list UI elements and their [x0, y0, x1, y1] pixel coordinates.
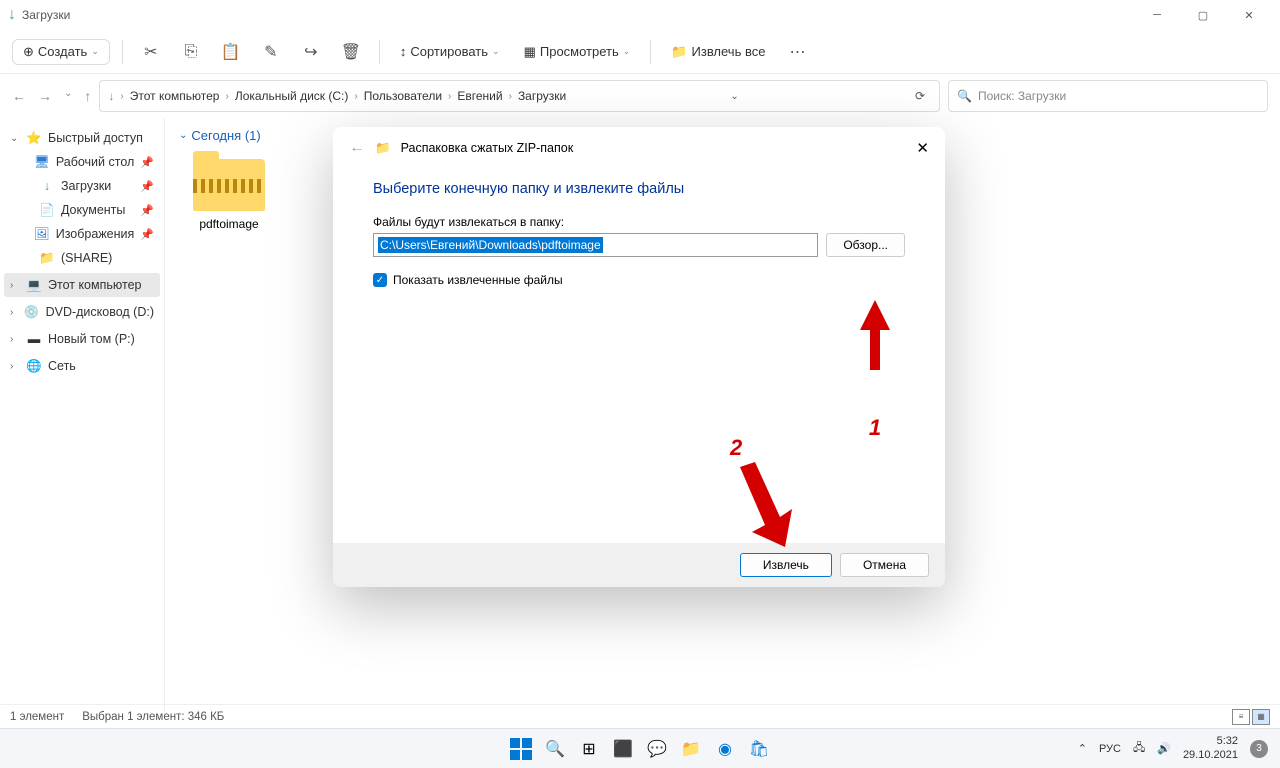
- toolbar: ⊕ Создать ⌄ ✂ ⎘ 📋 ✎ ↪ 🗑 ↕ Сортировать ⌄ …: [0, 30, 1280, 74]
- paste-icon[interactable]: 📋: [215, 36, 247, 68]
- edge-icon[interactable]: ◉: [711, 735, 739, 763]
- explorer-icon[interactable]: 📁: [677, 735, 705, 763]
- widgets-icon[interactable]: ⬛: [609, 735, 637, 763]
- sidebar: ⌄⭐Быстрый доступ 🖥Рабочий стол📌 ↓Загрузк…: [0, 118, 165, 716]
- breadcrumb[interactable]: ↓ › Этот компьютер› Локальный диск (C:)›…: [99, 80, 940, 112]
- window-title: Загрузки: [22, 8, 70, 22]
- minimize-button[interactable]: ─: [1134, 0, 1180, 30]
- cancel-button[interactable]: Отмена: [840, 553, 929, 577]
- selection-status: Выбран 1 элемент: 346 КБ: [82, 711, 224, 723]
- close-button[interactable]: ✕: [1226, 0, 1272, 30]
- more-icon[interactable]: ⋯: [781, 36, 813, 68]
- sidebar-network[interactable]: ›🌐Сеть: [0, 354, 164, 378]
- maximize-button[interactable]: ▢: [1180, 0, 1226, 30]
- zip-icon: 📁: [375, 141, 391, 156]
- extract-all-button[interactable]: 📁 Извлечь все: [663, 38, 773, 66]
- language-indicator[interactable]: РУС: [1099, 743, 1121, 755]
- back-button[interactable]: ←: [12, 88, 26, 104]
- sidebar-pictures[interactable]: 🖼Изображения📌: [0, 222, 164, 246]
- share-icon[interactable]: ↪: [295, 36, 327, 68]
- sidebar-quick-access[interactable]: ⌄⭐Быстрый доступ: [0, 126, 164, 150]
- task-view-icon[interactable]: ⊞: [575, 735, 603, 763]
- destination-input[interactable]: C:\Users\Евгений\Downloads\pdftoimage: [373, 233, 818, 257]
- new-button[interactable]: ⊕ Создать ⌄: [12, 39, 110, 65]
- breadcrumb-dropdown[interactable]: ⌄: [724, 91, 744, 102]
- volume-icon[interactable]: 🔊: [1157, 742, 1171, 755]
- downloads-icon: ↓: [108, 89, 114, 103]
- view-button[interactable]: ▦ Просмотреть ⌄: [516, 38, 639, 66]
- taskbar-search-icon[interactable]: 🔍: [541, 735, 569, 763]
- delete-icon[interactable]: 🗑: [335, 36, 367, 68]
- details-view-button[interactable]: ≡: [1232, 709, 1250, 725]
- rename-icon[interactable]: ✎: [255, 36, 287, 68]
- sidebar-share[interactable]: 📁(SHARE): [0, 246, 164, 270]
- window-controls: ─ ▢ ✕: [1134, 0, 1272, 30]
- dialog-title: Распаковка сжатых ZIP-папок: [401, 141, 574, 155]
- taskbar: 🔍 ⊞ ⬛ 💬 📁 ◉ 🛍 ⌃ РУС 🖧 🔊 5:32 29.10.2021 …: [0, 728, 1280, 768]
- forward-button[interactable]: →: [38, 88, 52, 104]
- store-icon[interactable]: 🛍: [745, 735, 773, 763]
- zip-folder-icon: [193, 151, 265, 211]
- sidebar-dvd[interactable]: ›💿DVD-дисковод (D:): [0, 300, 164, 324]
- checkbox-checked-icon: ✓: [373, 273, 387, 287]
- nav-row: ← → ⌄ ↑ ↓ › Этот компьютер› Локальный ди…: [0, 74, 1280, 118]
- show-files-checkbox[interactable]: ✓ Показать извлеченные файлы: [373, 273, 905, 287]
- tray-chevron-icon[interactable]: ⌃: [1078, 742, 1087, 755]
- sidebar-documents[interactable]: 📄Документы📌: [0, 198, 164, 222]
- item-count: 1 элемент: [10, 711, 64, 723]
- up-button[interactable]: ↑: [84, 88, 91, 104]
- clock[interactable]: 5:32 29.10.2021: [1183, 735, 1238, 761]
- sidebar-desktop[interactable]: 🖥Рабочий стол📌: [0, 150, 164, 174]
- cut-icon[interactable]: ✂: [135, 36, 167, 68]
- dialog-label: Файлы будут извлекаться в папку:: [373, 215, 905, 229]
- annotation-arrow-2: 2: [730, 435, 800, 562]
- search-input[interactable]: 🔍 Поиск: Загрузки: [948, 80, 1268, 112]
- network-icon[interactable]: 🖧: [1133, 739, 1145, 758]
- extract-dialog: ← 📁 Распаковка сжатых ZIP-папок ✕ Выбери…: [333, 127, 945, 587]
- copy-icon[interactable]: ⎘: [175, 36, 207, 68]
- dialog-back-button[interactable]: ←: [349, 139, 365, 157]
- chat-icon[interactable]: 💬: [643, 735, 671, 763]
- sidebar-this-pc[interactable]: ›💻Этот компьютер: [4, 273, 160, 297]
- sidebar-downloads[interactable]: ↓Загрузки📌: [0, 174, 164, 198]
- file-label: pdftoimage: [179, 217, 279, 231]
- recent-button[interactable]: ⌄: [64, 88, 72, 104]
- downloads-icon: ↓: [8, 6, 16, 24]
- icons-view-button[interactable]: ▦: [1252, 709, 1270, 725]
- annotation-arrow-1: 1: [855, 300, 895, 441]
- notification-badge[interactable]: 3: [1250, 740, 1268, 758]
- file-item-zip[interactable]: pdftoimage: [179, 151, 279, 231]
- browse-button[interactable]: Обзор...: [826, 233, 905, 257]
- search-icon: 🔍: [957, 89, 972, 103]
- titlebar: ↓ Загрузки ─ ▢ ✕: [0, 0, 1280, 30]
- dialog-close-button[interactable]: ✕: [916, 139, 929, 157]
- refresh-button[interactable]: ⟳: [909, 89, 931, 103]
- sidebar-volume[interactable]: ›▬Новый том (P:): [0, 327, 164, 351]
- status-bar: 1 элемент Выбран 1 элемент: 346 КБ ≡ ▦: [0, 704, 1280, 728]
- dialog-heading: Выберите конечную папку и извлеките файл…: [373, 181, 905, 197]
- sort-button[interactable]: ↕ Сортировать ⌄: [392, 38, 508, 65]
- start-button[interactable]: [507, 735, 535, 763]
